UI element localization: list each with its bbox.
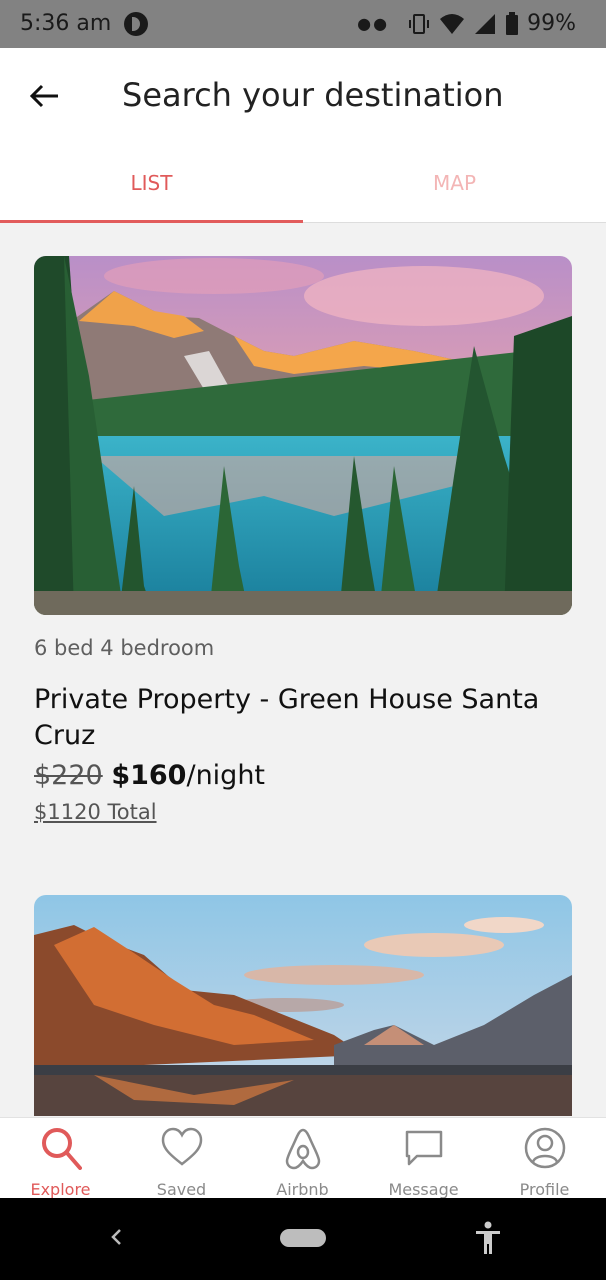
app-header: Search your destination [0,48,606,144]
profile-icon [524,1127,566,1169]
page-title: Search your destination [122,76,504,114]
listing-photo[interactable] [34,256,572,615]
accessibility-icon[interactable] [474,1220,502,1256]
bottom-navigation: Explore Saved Airbnb Message Profile [0,1117,606,1199]
nav-saved-label: Saved [156,1180,207,1199]
more-notifications-icon: ●● [357,14,390,33]
status-bar: 5:36 am ●● 99% [0,0,606,48]
app-notification-icon [124,12,148,36]
tab-map-label: MAP [433,171,476,195]
nav-explore[interactable]: Explore [0,1118,121,1199]
nav-airbnb[interactable]: Airbnb [242,1118,363,1199]
nav-profile-label: Profile [519,1180,570,1199]
heart-icon [161,1127,203,1166]
nav-message[interactable]: Message [363,1118,484,1199]
active-tab-indicator [0,220,303,223]
nav-saved[interactable]: Saved [121,1118,242,1199]
mountain-lake-photo [34,256,572,615]
new-price: $160 [111,760,187,791]
nav-airbnb-label: Airbnb [276,1180,329,1199]
nav-explore-label: Explore [30,1180,91,1199]
mountain-lake-photo [34,895,572,1116]
airbnb-logo-icon [285,1128,321,1170]
vibrate-icon [409,13,430,34]
listing-price: $220 $160/night [34,760,265,791]
listing-photo[interactable] [34,895,572,1116]
battery-percentage: 99% [527,11,576,36]
system-back-icon[interactable] [106,1222,126,1252]
signal-icon [475,13,496,34]
price-unit: /night [186,760,266,791]
tab-list-label: LIST [130,171,173,195]
nav-message-label: Message [388,1180,459,1199]
status-time: 5:36 am [20,11,112,36]
nav-profile[interactable]: Profile [484,1118,605,1199]
tab-list[interactable]: LIST [0,144,303,222]
tab-map[interactable]: MAP [303,144,606,222]
system-home-pill[interactable] [280,1229,326,1247]
old-price: $220 [34,760,103,791]
back-arrow-icon[interactable] [26,76,66,116]
search-icon [42,1128,82,1170]
listing-title[interactable]: Private Property - Green House Santa Cru… [34,682,564,754]
status-icons: ●● 99% [357,11,576,36]
listing-total-link[interactable]: $1120 Total [34,800,157,824]
battery-icon [506,11,519,35]
tab-bar: LIST MAP [0,144,606,223]
message-icon [405,1130,443,1166]
wifi-icon [440,13,465,34]
listing-meta: 6 bed 4 bedroom [34,636,215,660]
system-navigation-bar [0,1198,606,1280]
